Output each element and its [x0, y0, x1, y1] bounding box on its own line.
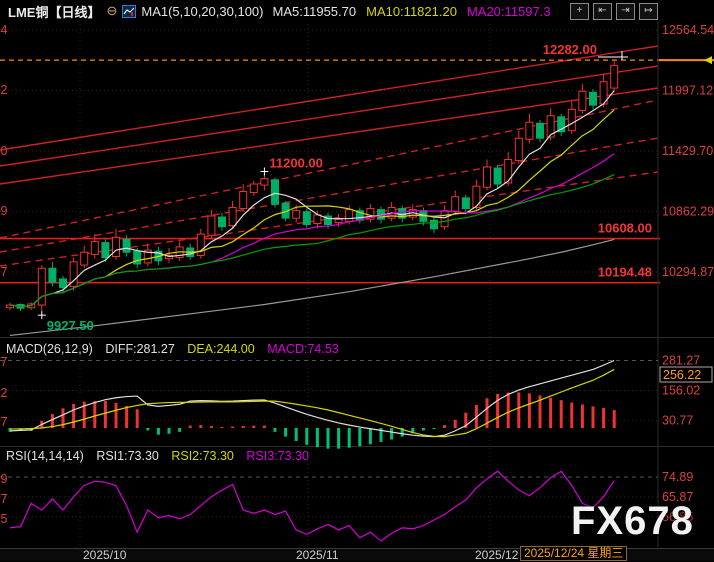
macd-header: MACD(26,12,9) DIFF:281.27 DEA:244.00 MAC… — [6, 342, 339, 356]
shift-right-button[interactable]: ↦ — [639, 3, 658, 20]
candles — [7, 60, 618, 311]
ma5-value: MA5:11955.70 — [273, 4, 357, 19]
price-axis-labels: 12564.54 11997.12 11429.70 10862.29 10294.87 — [662, 23, 714, 279]
svg-text:74.89: 74.89 — [662, 470, 693, 484]
svg-text:256.22: 256.22 — [663, 368, 701, 382]
toolbar: + ⇤ ⇥ ↦ — [570, 3, 658, 20]
svg-text:7: 7 — [1, 492, 8, 506]
macd-dea-value: DEA:244.00 — [187, 342, 254, 356]
svg-text:7: 7 — [1, 415, 8, 429]
zoom-out-button[interactable]: ⇥ — [616, 3, 635, 20]
svg-text:281.27: 281.27 — [662, 353, 700, 367]
svg-text:7: 7 — [1, 355, 8, 369]
rsi-line — [10, 471, 614, 541]
svg-text:10194.48: 10194.48 — [598, 265, 652, 280]
high-measure-marker — [598, 51, 628, 60]
macd-settings-label: MACD(26,12,9) — [6, 342, 93, 356]
rsi1-value: RSI1:73.30 — [96, 449, 159, 463]
rsi2-value: RSI2:73.30 — [171, 449, 234, 463]
svg-text:4: 4 — [1, 23, 8, 37]
ma10-value: MA10:11821.20 — [366, 4, 457, 19]
moving-average-lines — [10, 91, 614, 336]
svg-text:2: 2 — [1, 386, 8, 400]
macd-lines — [10, 360, 614, 436]
watermark: FX678 — [571, 499, 694, 544]
symbol-title: LME铜【日线】 — [8, 2, 100, 21]
svg-text:7: 7 — [1, 265, 8, 279]
macd-diff-value: DIFF:281.27 — [105, 342, 174, 356]
price-markers: 9927.50 11200.00 — [38, 155, 323, 333]
rsi-settings-label: RSI(14,14,14) — [6, 449, 84, 463]
svg-text:9927.50: 9927.50 — [47, 318, 94, 333]
svg-text:12564.54: 12564.54 — [662, 23, 714, 37]
collapse-icon[interactable]: ⊖ — [106, 3, 117, 19]
svg-text:0: 0 — [1, 144, 8, 158]
current-date-badge: 2025/12/24 星期三 — [520, 546, 627, 561]
chart-type-icon[interactable] — [122, 5, 136, 18]
svg-text:9: 9 — [1, 204, 8, 218]
rsi3-value: RSI3:73.30 — [246, 449, 309, 463]
macd-macd-value: MACD:74.53 — [267, 342, 339, 356]
svg-text:10862.29: 10862.29 — [662, 204, 714, 218]
pan-crosshair-button[interactable]: + — [570, 3, 589, 20]
svg-text:30.77: 30.77 — [662, 414, 693, 428]
svg-text:10294.87: 10294.87 — [662, 265, 714, 279]
svg-text:2: 2 — [1, 83, 8, 97]
time-axis: 2025/10 2025/11 2025/12 2025/12/24 星期三 — [0, 548, 714, 561]
rsi-header: RSI(14,14,14) RSI1:73.30 RSI2:73.30 RSI3… — [6, 449, 309, 463]
svg-text:11429.70: 11429.70 — [662, 144, 713, 158]
ma-settings-label: MA1(5,10,20,30,100) — [141, 4, 263, 19]
svg-text:156.02: 156.02 — [662, 384, 700, 398]
zoom-in-button[interactable]: ⇤ — [593, 3, 612, 20]
svg-text:9: 9 — [1, 472, 8, 486]
ma20-value: MA20:11597.3 — [467, 4, 551, 19]
svg-text:10608.00: 10608.00 — [598, 221, 652, 236]
trading-chart-app: LME铜【日线】 ⊖ MA1(5,10,20,30,100) MA5:11955… — [0, 0, 714, 560]
svg-text:11997.12: 11997.12 — [662, 83, 713, 97]
svg-text:5: 5 — [1, 512, 8, 526]
svg-text:12282.00: 12282.00 — [543, 42, 597, 57]
chart-canvas[interactable]: 12564.54 11997.12 11429.70 10862.29 10294.87… — [0, 0, 714, 560]
vertical-gridlines — [80, 24, 490, 546]
svg-text:11200.00: 11200.00 — [269, 155, 323, 170]
